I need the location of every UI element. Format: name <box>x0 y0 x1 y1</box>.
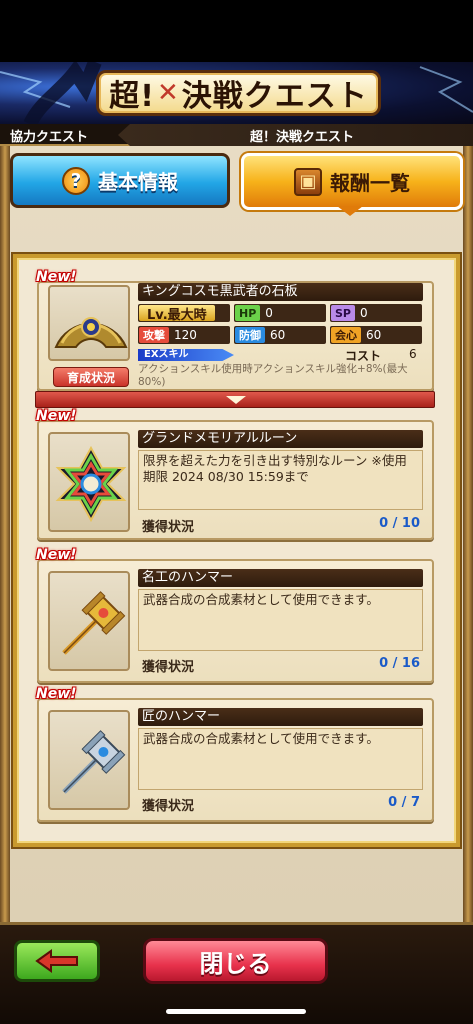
attack-stat: 攻撃 120 <box>138 326 230 344</box>
defense-label: 防御 <box>235 327 265 343</box>
item-name: 名工のハンマー <box>138 569 423 587</box>
reward-card-rune[interactable]: New! グランドメモリアルルーン 限界を超えた力を引き出す特別なルーン ※使用… <box>36 408 434 540</box>
critical-label: 会心 <box>331 327 361 343</box>
tab-reward-list-label: 報酬一覧 <box>330 171 410 195</box>
left-arrow-icon <box>35 949 78 973</box>
acquisition-status-label: 獲得状況 <box>142 520 195 535</box>
acquisition-status-label: 獲得状況 <box>142 660 195 675</box>
item-description: 武器合成の合成素材として使用できます。 <box>143 592 379 607</box>
attack-label: 攻撃 <box>139 327 169 343</box>
critical-stat: 会心 60 <box>330 326 422 344</box>
level-label: Lv.最大時 <box>139 305 215 323</box>
stone-tablet-icon <box>54 317 128 348</box>
reward-card-stone-tablet[interactable]: New! キングコスモ黒武者の石板 Lv.最大時 HP 0 SP 0 攻撃 120 防… <box>36 269 434 391</box>
hp-label: HP <box>235 305 261 321</box>
critical-value: 60 <box>366 328 382 342</box>
tab-reward-list[interactable]: ▣ 報酬一覧 <box>241 153 463 210</box>
banner-title-right: 決戦クエスト <box>181 79 368 114</box>
chevron-down-icon <box>226 396 246 404</box>
crossed-swords-icon: ✕ <box>156 78 180 108</box>
new-badge: New! <box>36 408 77 424</box>
back-button[interactable] <box>14 940 100 982</box>
item-name: キングコスモ黒武者の石板 <box>138 283 423 301</box>
ex-skill-label: EXスキル <box>138 349 234 361</box>
growth-status-button[interactable]: 育成状況 <box>53 367 129 387</box>
item-thumbnail <box>48 432 130 532</box>
sp-label: SP <box>331 305 355 321</box>
quest-banner: 超! ✕ 決戦クエスト <box>0 62 473 124</box>
left-rail <box>0 146 10 922</box>
new-badge: New! <box>36 547 77 563</box>
banner-title: 超! ✕ 決戦クエスト <box>96 70 381 116</box>
item-thumbnail <box>48 285 130 361</box>
breadcrumb-current: 超！決戦クエスト <box>250 130 355 145</box>
collapse-button[interactable] <box>35 391 435 408</box>
reward-card-master-hammer[interactable]: New! 名工のハンマー 武器合成の合成素材として使用できます。 獲得状況 0 … <box>36 547 434 683</box>
new-badge: New! <box>36 269 77 285</box>
item-description: 限界を超えた力を引き出す特別なルーン ※使用期限 2024 08/30 15:5… <box>143 453 407 484</box>
tab-basic-info[interactable]: ? 基本情報 <box>10 153 230 208</box>
question-icon: ? <box>62 166 90 195</box>
status-bar <box>0 0 473 62</box>
sp-stat: SP 0 <box>330 304 422 322</box>
reward-card-artisan-hammer[interactable]: New! 匠のハンマー 武器合成の合成素材として使用できます。 獲得状況 0 /… <box>36 686 434 822</box>
close-button[interactable]: 閉じる <box>143 938 328 984</box>
attack-value: 120 <box>174 328 197 342</box>
hp-value: 0 <box>265 306 273 320</box>
defense-stat: 防御 60 <box>234 326 326 344</box>
defense-value: 60 <box>270 328 286 342</box>
stat-row-1: Lv.最大時 HP 0 SP 0 <box>138 304 422 323</box>
item-name: グランドメモリアルルーン <box>138 430 423 448</box>
item-description-box: 限界を超えた力を引き出す特別なルーン ※使用期限 2024 08/30 15:5… <box>138 450 423 510</box>
cost-value: 6 <box>409 347 417 361</box>
breadcrumb-parent[interactable]: 協力クエスト <box>10 126 88 145</box>
tab-basic-info-label: 基本情報 <box>98 170 178 194</box>
right-rail <box>463 146 473 922</box>
acquisition-count: 0 / 7 <box>388 795 420 810</box>
item-thumbnail <box>48 571 130 671</box>
sp-value: 0 <box>359 306 368 320</box>
home-indicator[interactable] <box>166 1009 306 1014</box>
banner-title-left: 超! <box>109 79 155 114</box>
level-stat: Lv.最大時 <box>138 304 230 323</box>
acquisition-count: 0 / 16 <box>379 656 420 671</box>
item-description-box: 武器合成の合成素材として使用できます。 <box>138 728 423 790</box>
gold-hammer-icon <box>62 591 126 655</box>
treasure-chest-icon: ▣ <box>294 167 322 196</box>
rune-icon <box>55 445 127 523</box>
stat-row-2: 攻撃 120 防御 60 会心 60 <box>138 326 422 344</box>
item-name: 匠のハンマー <box>138 708 423 726</box>
breadcrumb: 協力クエスト 超！決戦クエスト <box>0 124 473 146</box>
acquisition-status-label: 獲得状況 <box>142 799 195 814</box>
new-badge: New! <box>36 686 77 702</box>
skill-description: アクションスキル使用時アクションスキル強化+8%(最大80%) <box>138 363 408 388</box>
acquisition-count: 0 / 10 <box>379 516 420 531</box>
hp-stat: HP 0 <box>234 304 326 322</box>
item-description-box: 武器合成の合成素材として使用できます。 <box>138 589 423 651</box>
item-thumbnail <box>48 710 130 810</box>
active-tab-indicator <box>337 206 363 216</box>
cost-label: コスト <box>345 349 382 363</box>
item-description: 武器合成の合成素材として使用できます。 <box>143 731 379 746</box>
silver-hammer-icon <box>62 730 126 794</box>
